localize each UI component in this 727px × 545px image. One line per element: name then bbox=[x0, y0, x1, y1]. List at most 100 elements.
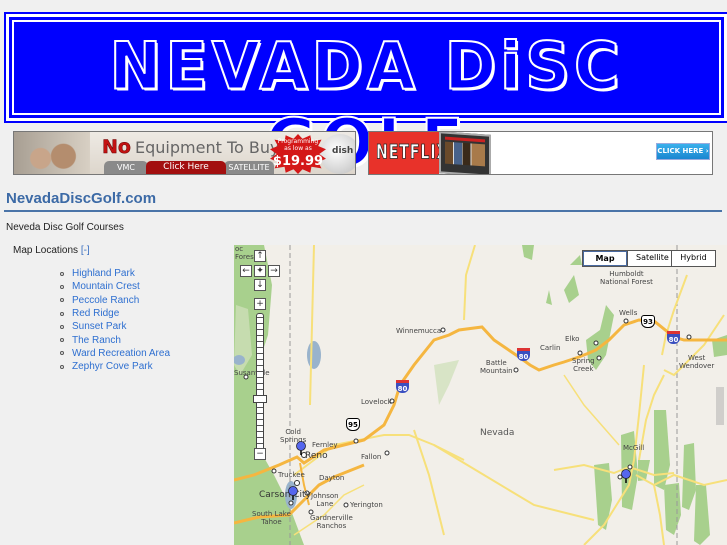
list-item: Sunset Park bbox=[60, 320, 170, 333]
i-80-shield-icon: 80 bbox=[667, 331, 680, 344]
map-label-fernley: Fernley bbox=[312, 441, 338, 449]
bullet-icon bbox=[60, 351, 64, 356]
map-label-dayton: Dayton bbox=[319, 474, 345, 482]
map-label-fallon: Fallon bbox=[361, 453, 382, 461]
tv-image bbox=[439, 132, 491, 174]
scrollbar-thumb[interactable] bbox=[716, 387, 724, 425]
forest-area bbox=[694, 485, 710, 545]
bullet-icon bbox=[60, 364, 64, 369]
map-label-mcgill: McGill bbox=[623, 444, 645, 452]
i-80-shield-icon: 80 bbox=[517, 348, 530, 361]
promo-line-2: as low as bbox=[284, 145, 312, 152]
site-banner: NEVADA DiSC GOLF bbox=[4, 12, 727, 182]
location-link-zephyr-cove-park[interactable]: Zephyr Cove Park bbox=[72, 361, 153, 372]
map-label-south-lake-tahoe: South Lake Tahoe bbox=[252, 510, 291, 526]
map-label-johnson-lane: Johnson Lane bbox=[311, 492, 339, 508]
map-marker-icon[interactable] bbox=[621, 469, 631, 483]
forest-area bbox=[522, 245, 534, 260]
list-item: Highland Park bbox=[60, 267, 170, 280]
bullet-icon bbox=[60, 324, 64, 329]
ad-promo-text: Programming as low as bbox=[276, 138, 320, 152]
title-divider bbox=[4, 210, 722, 212]
ad-tab-vmc[interactable]: VMC bbox=[104, 161, 148, 174]
map-label-carson-city: Carson City bbox=[259, 490, 311, 500]
map-label-west-wendover: West Wendover bbox=[679, 354, 715, 370]
us-95-shield-icon: 95 bbox=[346, 418, 360, 431]
page-title: NevadaDiscGolf.com bbox=[6, 190, 157, 207]
map-type-hybrid-button[interactable]: Hybrid bbox=[671, 251, 715, 266]
location-link-peccole-ranch[interactable]: Peccole Ranch bbox=[72, 295, 139, 306]
forest-area bbox=[682, 443, 696, 510]
zoom-slider-handle[interactable] bbox=[253, 395, 267, 403]
map-label-lovelock: Lovelock bbox=[361, 398, 392, 406]
map-marker-icon[interactable] bbox=[296, 441, 306, 455]
map-label-susanville: Susanville bbox=[234, 369, 270, 377]
map-label-battle-mountain: Battle Mountain bbox=[480, 359, 513, 375]
lake bbox=[307, 341, 321, 369]
promo-line-1: Programming bbox=[277, 138, 319, 145]
list-item: Zephyr Cove Park bbox=[60, 360, 170, 373]
map-label-truckee: Truckee bbox=[278, 471, 305, 479]
map-label-nevada: Nevada bbox=[480, 428, 515, 438]
ad-headline: Equipment To Buy! bbox=[135, 138, 286, 157]
map-label-elko: Elko bbox=[565, 335, 580, 343]
pan-right-button[interactable]: → bbox=[268, 265, 280, 277]
pan-down-button[interactable]: ↓ bbox=[254, 279, 266, 291]
location-link-highland-park[interactable]: Highland Park bbox=[72, 268, 135, 279]
dish-logo: dish bbox=[332, 146, 354, 156]
ad-click-here-button[interactable]: Click Here bbox=[146, 161, 226, 174]
location-link-mountain-crest[interactable]: Mountain Crest bbox=[72, 281, 140, 292]
bullet-icon bbox=[60, 338, 64, 343]
netflix-logo: NETFLIX bbox=[376, 141, 449, 165]
list-item: The Ranch bbox=[60, 333, 170, 346]
forest-area bbox=[564, 275, 579, 303]
map-label-yerington: Yerington bbox=[350, 501, 383, 509]
location-link-the-ranch[interactable]: The Ranch bbox=[72, 335, 121, 346]
map-type-map-button[interactable]: Map bbox=[583, 251, 627, 266]
list-item: Peccole Ranch bbox=[60, 294, 170, 307]
netflix-ad[interactable]: NETFLIX CLICK HERE › bbox=[368, 131, 713, 175]
map-label-forest: oc Fores bbox=[235, 245, 254, 261]
map-locations-label: Map Locations bbox=[13, 245, 79, 256]
ad-price: $19.99 bbox=[272, 154, 324, 169]
google-map[interactable]: oc Fores Humboldt National Forest Wells Wi… bbox=[234, 245, 727, 545]
road bbox=[563, 374, 620, 446]
map-type-satellite-button[interactable]: Satellite bbox=[627, 251, 671, 266]
road bbox=[583, 364, 645, 545]
map-label-winnemucca: Winnemucca bbox=[396, 327, 442, 335]
list-item: Ward Recreation Area bbox=[60, 347, 170, 360]
forest-area bbox=[594, 463, 612, 530]
zoom-out-button[interactable]: − bbox=[254, 448, 266, 460]
zoom-slider[interactable] bbox=[256, 313, 264, 453]
road bbox=[635, 473, 727, 487]
pan-center-button[interactable]: ✦ bbox=[254, 265, 266, 277]
i-80-shield-icon: 80 bbox=[396, 380, 409, 393]
map-label-gardnerville: Gardnerville Ranchos bbox=[310, 514, 353, 530]
location-link-ward-recreation-area[interactable]: Ward Recreation Area bbox=[72, 348, 170, 359]
map-locations-toggle[interactable]: [-] bbox=[81, 245, 90, 256]
map-label-spring-creek: Spring Creek bbox=[572, 357, 595, 373]
netflix-click-here-button[interactable]: CLICK HERE › bbox=[656, 143, 710, 160]
zoom-in-button[interactable]: + bbox=[254, 298, 266, 310]
dish-network-ad[interactable]: No Equipment To Buy! VMC SATELLITE Click… bbox=[13, 131, 356, 175]
ad-couple-photo bbox=[14, 132, 90, 174]
map-label-carlin: Carlin bbox=[540, 344, 561, 352]
location-list: Highland Park Mountain Crest Peccole Ran… bbox=[60, 267, 170, 373]
ad-tab-satellite[interactable]: SATELLITE bbox=[224, 161, 274, 174]
map-label-humboldt: Humboldt National Forest bbox=[600, 270, 653, 286]
map-canvas[interactable] bbox=[234, 245, 727, 545]
map-marker-icon[interactable] bbox=[288, 486, 298, 500]
bullet-icon bbox=[60, 311, 64, 316]
map-label-reno: Reno bbox=[305, 451, 328, 461]
list-item: Mountain Crest bbox=[60, 280, 170, 293]
pan-left-button[interactable]: ← bbox=[240, 265, 252, 277]
bullet-icon bbox=[60, 271, 64, 276]
location-link-sunset-park[interactable]: Sunset Park bbox=[72, 321, 126, 332]
ad-headline-no: No bbox=[102, 136, 131, 159]
location-link-red-ridge[interactable]: Red Ridge bbox=[72, 308, 119, 319]
road bbox=[309, 245, 315, 406]
page-subtitle: Neveda Disc Golf Courses bbox=[6, 222, 124, 233]
road bbox=[463, 245, 476, 321]
forest-area bbox=[434, 360, 459, 405]
pan-up-button[interactable]: ↑ bbox=[254, 250, 266, 262]
